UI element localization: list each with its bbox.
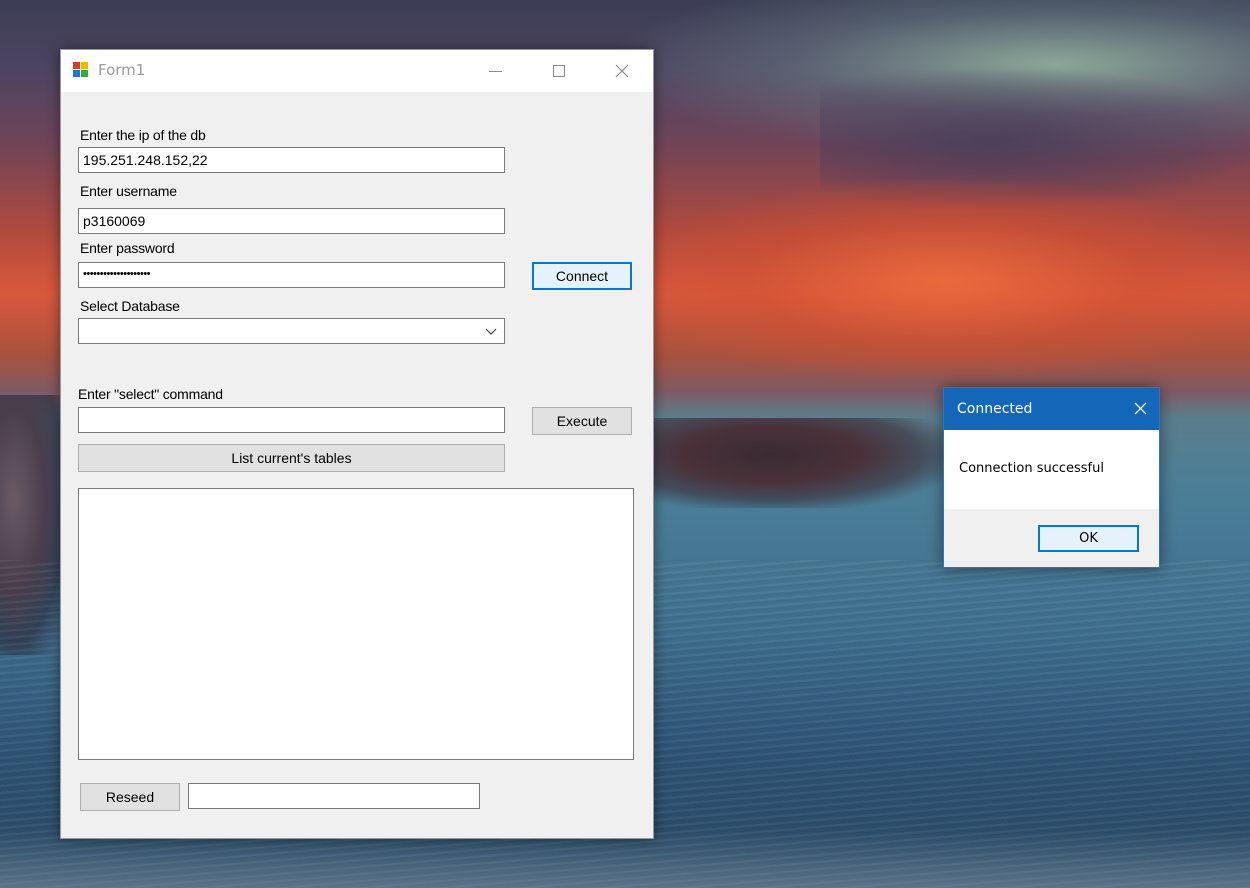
ok-button[interactable]: OK (1038, 525, 1139, 552)
password-input[interactable]: •••••••••••••••••••• (78, 262, 505, 288)
minimize-button[interactable] (473, 50, 519, 92)
username-label: Enter username (80, 183, 177, 199)
dialog-message: Connection successful (959, 461, 1104, 476)
ip-label: Enter the ip of the db (80, 127, 206, 143)
dialog-close-button[interactable] (1122, 388, 1158, 430)
reseed-button[interactable]: Reseed (80, 783, 180, 811)
select-command-label: Enter "select" command (78, 386, 223, 402)
database-select[interactable] (78, 318, 505, 344)
list-tables-button[interactable]: List current's tables (78, 444, 505, 472)
username-input[interactable]: p3160069 (78, 208, 505, 234)
dialog-titlebar[interactable]: Connected (944, 388, 1159, 430)
chevron-down-icon[interactable] (484, 321, 498, 341)
password-label: Enter password (80, 240, 175, 256)
results-listbox[interactable] (78, 488, 634, 760)
close-icon (1134, 402, 1147, 415)
ip-input[interactable]: 195.251.248.152,22 (78, 147, 505, 173)
minimize-icon (489, 71, 502, 72)
window-titlebar[interactable]: Form1 (61, 50, 653, 92)
close-icon (615, 64, 629, 78)
maximize-icon (553, 65, 565, 77)
maximize-button[interactable] (537, 50, 583, 92)
connect-button[interactable]: Connect (532, 262, 632, 290)
dialog-footer: OK (944, 509, 1159, 567)
app-icon[interactable] (73, 62, 89, 78)
reseed-input[interactable] (188, 783, 480, 809)
dialog-title: Connected (957, 401, 1033, 417)
window-title: Form1 (98, 61, 146, 79)
execute-button[interactable]: Execute (532, 407, 632, 435)
database-label: Select Database (80, 298, 180, 314)
form1-window: Form1 Enter the ip of the db 195.251.248… (60, 49, 654, 839)
select-command-input[interactable] (78, 407, 505, 433)
close-button[interactable] (599, 50, 645, 92)
connected-dialog: Connected Connection successful OK (943, 387, 1160, 568)
